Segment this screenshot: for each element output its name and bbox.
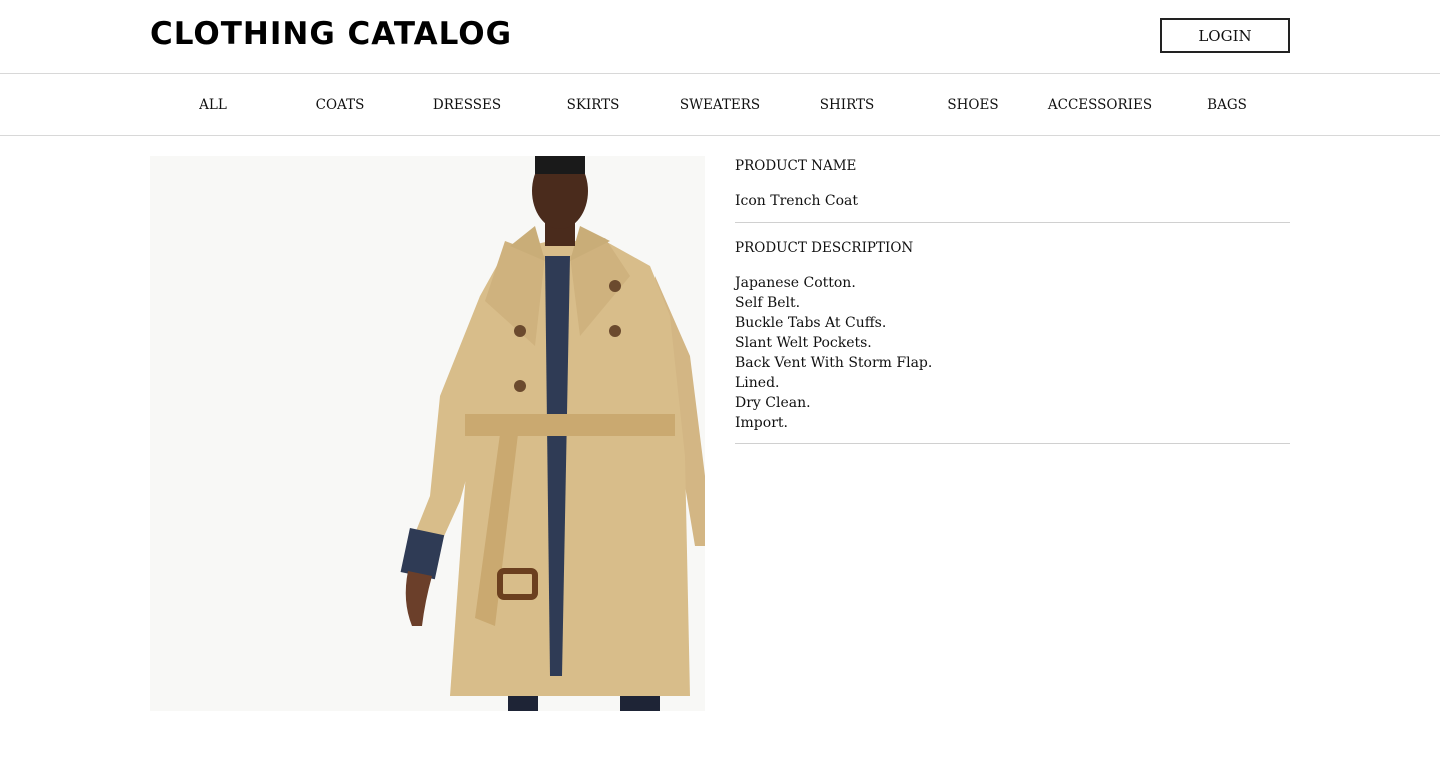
nav-item-bags[interactable]: BAGS — [1207, 74, 1247, 136]
description-line: Back Vent With Storm Flap. — [735, 355, 933, 371]
nav-item-sweaters[interactable]: SWEATERS — [680, 74, 760, 136]
site-header: CLOTHING CATALOG LOGIN — [0, 0, 1440, 74]
nav-item-shirts[interactable]: SHIRTS — [820, 74, 875, 136]
description-line: Buckle Tabs At Cuffs. — [735, 315, 887, 331]
product-name: Icon Trench Coat — [735, 193, 859, 209]
site-logo[interactable]: CLOTHING CATALOG — [150, 14, 512, 54]
product-name-label: PRODUCT NAME — [735, 158, 857, 174]
nav-item-coats[interactable]: COATS — [316, 74, 365, 136]
nav-item-all[interactable]: ALL — [199, 74, 227, 136]
category-nav: ALL COATS DRESSES SKIRTS SWEATERS SHIRTS… — [0, 74, 1440, 136]
product-image — [150, 156, 705, 711]
product-description-label: PRODUCT DESCRIPTION — [735, 240, 914, 256]
nav-item-shoes[interactable]: SHOES — [947, 74, 998, 136]
nav-item-skirts[interactable]: SKIRTS — [567, 74, 620, 136]
nav-item-dresses[interactable]: DRESSES — [433, 74, 501, 136]
divider — [735, 222, 1290, 223]
description-line: Lined. — [735, 375, 780, 391]
description-line: Self Belt. — [735, 295, 801, 311]
login-button[interactable]: LOGIN — [1160, 18, 1290, 53]
description-line: Slant Welt Pockets. — [735, 335, 872, 351]
product-description-list: Japanese Cotton. Self Belt. Buckle Tabs … — [735, 273, 932, 433]
divider — [735, 443, 1290, 444]
description-line: Japanese Cotton. — [735, 275, 856, 291]
trench-coat-photo — [150, 156, 705, 711]
description-line: Import. — [735, 415, 788, 431]
nav-item-accessories[interactable]: ACCESSORIES — [1048, 74, 1152, 136]
description-line: Dry Clean. — [735, 395, 811, 411]
